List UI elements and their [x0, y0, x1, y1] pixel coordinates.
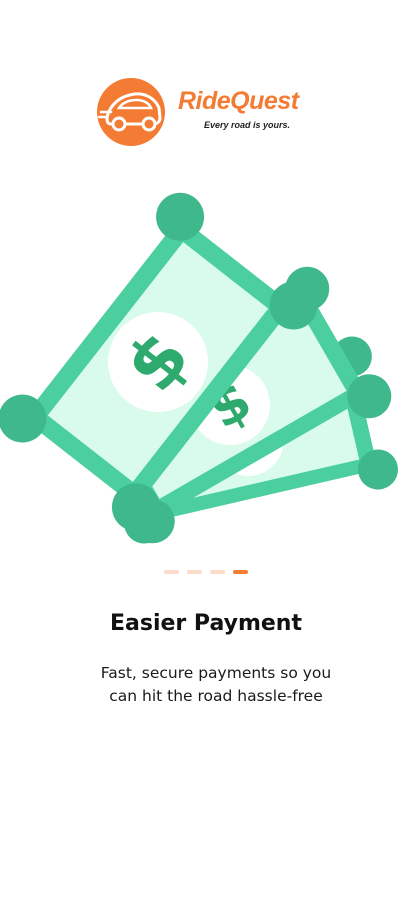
brand-name: RideQuest [178, 87, 299, 115]
brand-logo: RideQuest Every road is yours. [97, 78, 309, 146]
car-logo-icon [97, 78, 165, 146]
brand-tagline: Every road is yours. [204, 120, 291, 130]
onboarding-title-text: Easier Payment [109, 611, 302, 636]
page-dot-4-active[interactable] [233, 570, 248, 574]
page-dot-1[interactable] [164, 570, 179, 574]
page-dot-3[interactable] [210, 570, 225, 574]
onboarding-description: Fast, secure payments so you can hit the… [100, 664, 332, 705]
page-dot-2[interactable] [187, 570, 202, 574]
page-indicator [164, 570, 248, 574]
money-bills-icon: $ $ [0, 192, 398, 544]
onboarding-title: Easier Payment [0, 611, 412, 636]
